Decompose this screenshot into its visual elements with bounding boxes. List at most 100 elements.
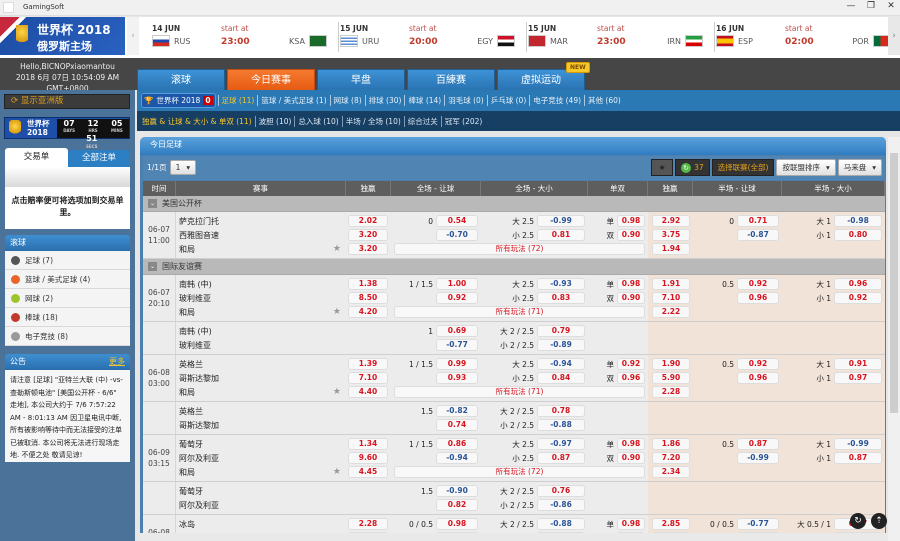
odds-button[interactable]: 3.20 [348, 229, 388, 241]
chevron-left-icon[interactable]: ‹ [127, 17, 139, 55]
all-markets-button[interactable]: 所有玩法 (71) [394, 386, 645, 398]
odds-button[interactable]: 0.87 [537, 452, 585, 464]
bet-type-item[interactable]: 总入球 (10) [294, 115, 341, 127]
odds-button[interactable]: 1.38 [348, 278, 388, 290]
odds-button[interactable]: 5.90 [652, 372, 690, 384]
odds-button[interactable]: 0.83 [537, 292, 585, 304]
odds-button[interactable]: 2.28 [652, 386, 690, 398]
odds-button[interactable]: 0.91 [834, 358, 882, 370]
tab-1[interactable]: 今日赛事 [227, 69, 315, 90]
odds-button[interactable]: -0.99 [737, 452, 779, 464]
notice-more-link[interactable]: 更多 [106, 354, 125, 370]
sport-filter-item[interactable]: 足球 (11) [217, 95, 258, 106]
odds-button[interactable]: 0.87 [834, 452, 882, 464]
star-icon[interactable]: ★ [333, 244, 341, 254]
odds-button[interactable]: 4.40 [348, 386, 388, 398]
sport-filter-item[interactable]: 篮球 / 美式足球 (1) [257, 95, 329, 106]
odds-button[interactable]: 0.79 [537, 325, 585, 337]
odds-button[interactable]: 0.92 [617, 358, 645, 370]
odds-button[interactable]: 0.69 [436, 325, 478, 337]
bet-type-item[interactable]: 综合过关 [403, 115, 441, 127]
odds-button[interactable]: 7.20 [652, 452, 690, 464]
odds-button[interactable]: -0.99 [537, 215, 585, 227]
odds-button[interactable]: 9.60 [348, 452, 388, 464]
odds-button[interactable]: -0.90 [436, 485, 478, 497]
bet-type-item[interactable]: 波胆 (10) [254, 115, 295, 127]
odds-button[interactable]: 0.97 [834, 372, 882, 384]
chevron-down-icon[interactable]: ⌄ [148, 262, 157, 271]
odds-button[interactable]: 0.87 [737, 438, 779, 450]
sport-filter-item[interactable]: 乒乓球 (0) [486, 95, 530, 106]
star-icon[interactable]: ★ [333, 387, 341, 397]
odds-button[interactable]: 0.99 [436, 358, 478, 370]
minimize-button[interactable]: — [844, 1, 858, 11]
sport-filter-item[interactable]: 羽毛球 (0) [444, 95, 487, 106]
odds-button[interactable]: 0.96 [834, 278, 882, 290]
odds-button[interactable]: 0.84 [537, 372, 585, 384]
tab-2[interactable]: 早盘 [317, 69, 405, 90]
odds-type-select[interactable]: 马来盘 ▾ [837, 159, 882, 176]
odds-button[interactable]: 7.10 [652, 292, 690, 304]
world-cup-filter[interactable]: 🏆 世界杯 2018 0 [141, 93, 216, 108]
back-to-top-icon[interactable]: ⇡ [871, 513, 887, 529]
odds-button[interactable]: 2.92 [652, 215, 690, 227]
odds-button[interactable]: 0.92 [834, 292, 882, 304]
odds-button[interactable]: 0.76 [537, 485, 585, 497]
odds-button[interactable]: 0.93 [436, 372, 478, 384]
odds-button[interactable]: -0.88 [537, 518, 585, 530]
world-cup-banner[interactable]: 世界杯 2018 俄罗斯主场 [0, 17, 125, 55]
odds-button[interactable]: 0.92 [737, 358, 779, 370]
odds-button[interactable]: -0.86 [537, 499, 585, 511]
odds-button[interactable]: -0.93 [537, 278, 585, 290]
odds-button[interactable]: 0.74 [436, 419, 478, 431]
odds-button[interactable]: 2.34 [652, 466, 690, 478]
tab-bet-slip[interactable]: 交易单 [5, 148, 68, 167]
chevron-right-icon[interactable]: › [888, 17, 900, 55]
bet-type-item[interactable]: 冠军 (202) [440, 115, 486, 127]
odds-button[interactable]: 0.98 [617, 278, 645, 290]
star-icon[interactable]: ★ [333, 307, 341, 317]
live-sport-item[interactable]: 电子竞技 (8) [5, 327, 130, 346]
upcoming-match-card[interactable]: 16 JUN start at 02:00 ESP POR [714, 20, 899, 54]
odds-button[interactable]: 2.22 [652, 306, 690, 318]
odds-button[interactable]: 2.28 [348, 518, 388, 530]
sport-filter-item[interactable]: 其他 (60) [584, 95, 624, 106]
sport-filter-item[interactable]: 棒球 (14) [404, 95, 444, 106]
chevron-down-icon[interactable]: ⌄ [148, 199, 157, 208]
odds-button[interactable]: 3.75 [652, 229, 690, 241]
odds-button[interactable]: -0.89 [537, 339, 585, 351]
page-select[interactable]: 1 ▾ [169, 160, 197, 175]
select-league-button[interactable]: 选择联赛(全部) [711, 159, 775, 176]
scrollbar[interactable] [888, 137, 900, 541]
odds-button[interactable]: 0.82 [436, 499, 478, 511]
odds-button[interactable]: 0.96 [737, 292, 779, 304]
odds-button[interactable]: 1.86 [652, 438, 690, 450]
all-markets-button[interactable]: 所有玩法 (72) [394, 243, 645, 255]
odds-button[interactable]: 3.20 [348, 243, 388, 255]
tab-3[interactable]: 百練赛 [407, 69, 495, 90]
sport-filter-item[interactable]: 网球 (8) [329, 95, 365, 106]
scrollbar-thumb[interactable] [890, 153, 898, 413]
odds-button[interactable]: 0.90 [617, 452, 645, 464]
odds-button[interactable]: 0.78 [537, 405, 585, 417]
sport-filter-item[interactable]: 电子竞技 (49) [529, 95, 584, 106]
live-sport-item[interactable]: 棒球 (18) [5, 308, 130, 327]
odds-button[interactable]: 1.90 [652, 358, 690, 370]
odds-button[interactable]: 1.94 [652, 243, 690, 255]
odds-button[interactable]: 0.96 [737, 372, 779, 384]
odds-button[interactable]: 0.98 [617, 518, 645, 530]
odds-button[interactable]: 1.00 [436, 278, 478, 290]
league-header[interactable]: ⌄ 美国公开杯 [143, 196, 885, 212]
odds-button[interactable]: 2.02 [348, 215, 388, 227]
odds-button[interactable]: 0.90 [617, 229, 645, 241]
odds-button[interactable]: 0.98 [436, 518, 478, 530]
odds-button[interactable]: 1.91 [652, 278, 690, 290]
odds-button[interactable]: 0.96 [617, 372, 645, 384]
odds-button[interactable]: 0.98 [617, 438, 645, 450]
maximize-button[interactable]: ❐ [864, 1, 878, 11]
tab-all-bets[interactable]: 全部注单 [68, 150, 130, 167]
odds-button[interactable]: -0.97 [537, 438, 585, 450]
odds-button[interactable]: -0.77 [737, 518, 779, 530]
odds-button[interactable]: 0.54 [436, 215, 478, 227]
bet-type-item[interactable]: 半场 / 全场 (10) [341, 115, 404, 127]
